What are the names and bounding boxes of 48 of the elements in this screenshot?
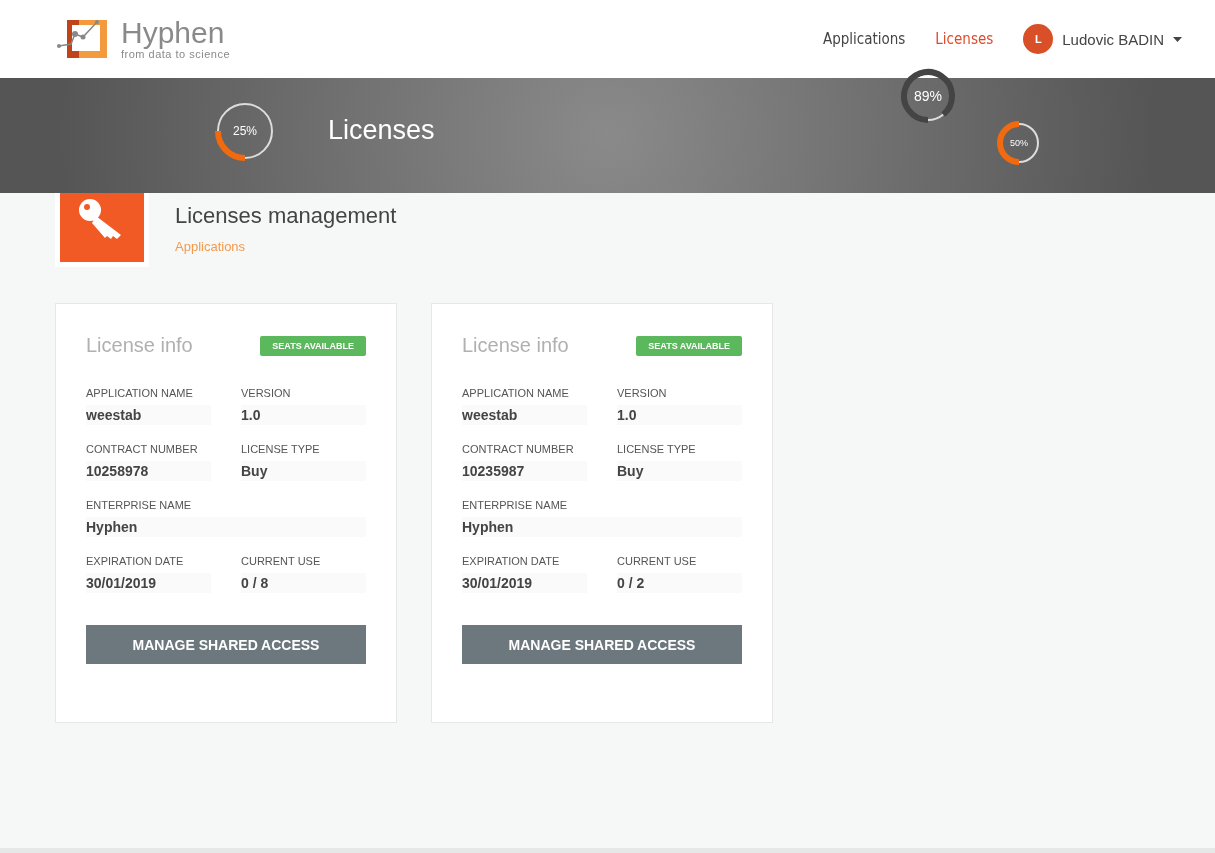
field-label: CONTRACT NUMBER — [86, 443, 199, 455]
card-title: License info — [86, 334, 193, 357]
field-label: EXPIRATION DATE — [86, 555, 185, 567]
field-label: ENTERPRISE NAME — [462, 499, 569, 511]
field-value: Buy — [617, 461, 742, 481]
field-label: APPLICATION NAME — [462, 387, 570, 399]
field-value: 0 / 2 — [617, 573, 742, 593]
field-label: VERSION — [241, 387, 292, 399]
field-label: LICENSE TYPE — [241, 443, 321, 455]
field-label: CURRENT USE — [617, 555, 698, 567]
field-value: Buy — [241, 461, 366, 481]
field-value: 0 / 8 — [241, 573, 366, 593]
field-value: 1.0 — [617, 405, 742, 425]
gauge-label: 25% — [233, 125, 257, 137]
user-menu[interactable]: Ludovic BADIN — [1062, 30, 1164, 48]
field-value: 30/01/2019 — [462, 573, 587, 593]
field-value: 10258978 — [86, 461, 211, 481]
gauge-label: 50% — [1010, 138, 1028, 148]
field-value: 10235987 — [462, 461, 587, 481]
field-label: CONTRACT NUMBER — [462, 443, 575, 455]
field-value: weestab — [86, 405, 211, 425]
field-label: CURRENT USE — [241, 555, 322, 567]
nav-link[interactable]: Licenses — [935, 30, 994, 48]
field-label: EXPIRATION DATE — [462, 555, 561, 567]
field-value: 1.0 — [241, 405, 366, 425]
status-badge: SEATS AVAILABLE — [260, 335, 366, 356]
card-title: License info — [462, 334, 569, 357]
field-value: weestab — [462, 405, 587, 425]
field-label: ENTERPRISE NAME — [86, 499, 193, 511]
field-value: Hyphen — [86, 517, 366, 537]
manage-access-button[interactable]: MANAGE SHARED ACCESS — [86, 625, 366, 664]
banner-title: Licenses — [328, 115, 435, 146]
gauge-track — [927, 113, 945, 121]
field-label: VERSION — [617, 387, 668, 399]
user-avatar: L — [1023, 24, 1054, 54]
status-badge: SEATS AVAILABLE — [636, 335, 742, 356]
caret-icon — [1173, 36, 1182, 42]
nav-link[interactable]: Applications — [822, 30, 906, 48]
field-value: 30/01/2019 — [86, 573, 211, 593]
gauge-label: 89% — [914, 89, 942, 103]
page-title: Licenses management — [175, 203, 397, 229]
brand-tagline: from data to science — [121, 48, 231, 60]
field-value: Hyphen — [462, 517, 742, 537]
manage-access-button[interactable]: MANAGE SHARED ACCESS — [462, 625, 742, 664]
brand-name: Hyphen — [121, 18, 226, 48]
gauge-track — [217, 103, 273, 159]
field-label: LICENSE TYPE — [617, 443, 697, 455]
field-label: APPLICATION NAME — [86, 387, 194, 399]
